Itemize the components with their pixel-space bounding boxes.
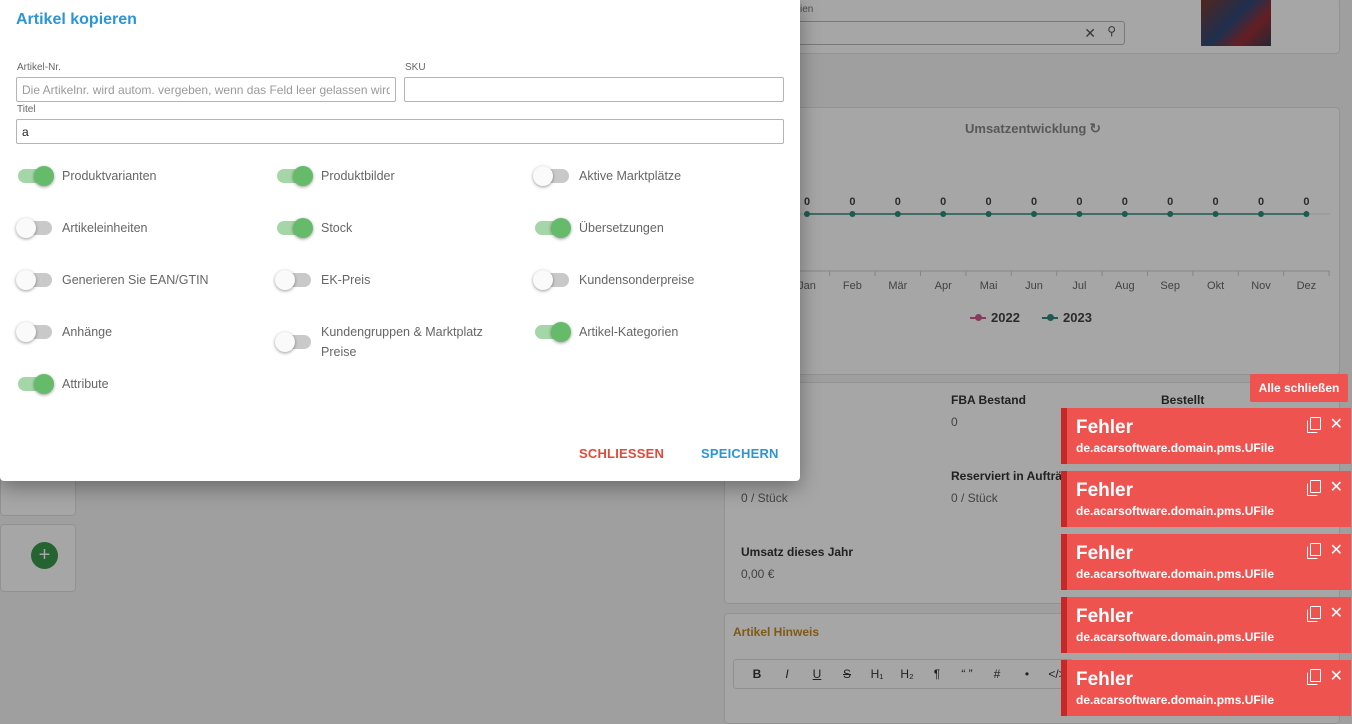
save-button[interactable]: SPEICHERN (701, 446, 779, 461)
toggle-übersetzungen[interactable]: Übersetzungen (533, 218, 664, 238)
toggle-knob (293, 218, 313, 238)
toggle-label: Übersetzungen (579, 221, 664, 235)
toggle-knob (551, 322, 571, 342)
toggle-kundengruppen-marktplatz-preise[interactable]: Kundengruppen & Marktplatz Preise (275, 322, 495, 362)
toggle-artikel-kategorien[interactable]: Artikel-Kategorien (533, 322, 678, 342)
toggle-knob (275, 270, 295, 290)
close-all-toasts-button[interactable]: Alle schließen (1250, 374, 1348, 402)
title-input[interactable] (16, 119, 784, 144)
toggle-label: Artikel-Kategorien (579, 325, 679, 339)
close-icon[interactable]: ✕ (1330, 666, 1343, 686)
toggle-knob (16, 270, 36, 290)
toggle-switch[interactable] (16, 270, 52, 290)
toast-message: de.acarsoftware.domain.pms.UFile (1076, 504, 1275, 518)
toggle-switch[interactable] (535, 322, 571, 342)
toggle-knob (275, 332, 295, 352)
toggle-switch[interactable] (533, 270, 569, 290)
toggle-label: Anhänge (62, 325, 113, 339)
toggle-switch[interactable] (533, 166, 569, 186)
sku-input[interactable] (404, 77, 784, 102)
toggle-label: Produktbilder (321, 169, 395, 183)
toggle-kundensonderpreise[interactable]: Kundensonderpreise (533, 270, 694, 290)
toggle-knob (293, 166, 313, 186)
toggle-artikeleinheiten[interactable]: Artikeleinheiten (16, 218, 147, 238)
toggle-label: Generieren Sie EAN/GTIN (62, 273, 209, 287)
toggle-label: Stock (321, 221, 353, 235)
copy-article-dialog: Artikel kopieren Artikel-Nr. SKU Titel P… (0, 0, 800, 481)
toggle-produktvarianten[interactable]: Produktvarianten (16, 166, 157, 186)
toast-title: Fehler (1076, 669, 1134, 690)
toggle-aktive-marktplätze[interactable]: Aktive Marktplätze (533, 166, 681, 186)
copy-icon[interactable] (1307, 543, 1321, 559)
toggle-knob (34, 374, 54, 394)
copy-icon[interactable] (1307, 417, 1321, 433)
toggle-switch[interactable] (275, 270, 311, 290)
toggle-label: Artikeleinheiten (62, 221, 148, 235)
toggle-switch[interactable] (535, 218, 571, 238)
copy-icon[interactable] (1307, 669, 1321, 685)
toggle-switch[interactable] (18, 166, 54, 186)
toggle-knob (16, 322, 36, 342)
error-toast[interactable]: Fehler de.acarsoftware.domain.pms.UFile ✕ (1061, 408, 1351, 464)
article-nr-label: Artikel-Nr. (17, 62, 61, 73)
close-icon[interactable]: ✕ (1330, 477, 1343, 497)
toggle-switch[interactable] (16, 218, 52, 238)
toast-title: Fehler (1076, 543, 1134, 564)
close-icon[interactable]: ✕ (1330, 414, 1343, 434)
title-label: Titel (17, 104, 36, 115)
toggle-produktbilder[interactable]: Produktbilder (275, 166, 395, 186)
toggle-knob (533, 166, 553, 186)
toggle-switch[interactable] (18, 374, 54, 394)
toggle-label: Kundengruppen & Marktplatz Preise (321, 325, 483, 359)
toggle-anhänge[interactable]: Anhänge (16, 322, 112, 342)
toggle-stock[interactable]: Stock (275, 218, 352, 238)
toggle-label: EK-Preis (321, 273, 371, 287)
toast-title: Fehler (1076, 417, 1134, 438)
error-toast[interactable]: Fehler de.acarsoftware.domain.pms.UFile ✕ (1061, 471, 1351, 527)
toggle-label: Attribute (62, 377, 109, 391)
close-icon[interactable]: ✕ (1330, 540, 1343, 560)
copy-icon[interactable] (1307, 480, 1321, 496)
toggle-knob (16, 218, 36, 238)
article-nr-input[interactable] (16, 77, 396, 102)
toast-message: de.acarsoftware.domain.pms.UFile (1076, 441, 1275, 455)
toast-message: de.acarsoftware.domain.pms.UFile (1076, 693, 1275, 707)
toggle-switch[interactable] (275, 332, 311, 352)
toast-message: de.acarsoftware.domain.pms.UFile (1076, 567, 1275, 581)
toast-title: Fehler (1076, 480, 1134, 501)
toggle-switch[interactable] (277, 218, 313, 238)
toggle-ek-preis[interactable]: EK-Preis (275, 270, 370, 290)
error-toast[interactable]: Fehler de.acarsoftware.domain.pms.UFile ✕ (1061, 534, 1351, 590)
toast-title: Fehler (1076, 606, 1134, 627)
toggle-label: Aktive Marktplätze (579, 169, 682, 183)
toggle-knob (34, 166, 54, 186)
toggle-switch[interactable] (277, 166, 313, 186)
toggle-switch[interactable] (16, 322, 52, 342)
dialog-title: Artikel kopieren (16, 11, 137, 28)
error-toast[interactable]: Fehler de.acarsoftware.domain.pms.UFile ✕ (1061, 597, 1351, 653)
copy-icon[interactable] (1307, 606, 1321, 622)
close-icon[interactable]: ✕ (1330, 603, 1343, 623)
toggle-knob (551, 218, 571, 238)
toggle-attribute[interactable]: Attribute (16, 374, 109, 394)
toggle-label: Produktvarianten (62, 169, 157, 183)
close-button[interactable]: SCHLIESSEN (579, 446, 664, 461)
sku-label: SKU (405, 62, 426, 73)
toggle-knob (533, 270, 553, 290)
toggle-label: Kundensonderpreise (579, 273, 695, 287)
toast-message: de.acarsoftware.domain.pms.UFile (1076, 630, 1275, 644)
toggle-generieren-sie-ean-gtin[interactable]: Generieren Sie EAN/GTIN (16, 270, 209, 290)
error-toast[interactable]: Fehler de.acarsoftware.domain.pms.UFile ✕ (1061, 660, 1351, 716)
